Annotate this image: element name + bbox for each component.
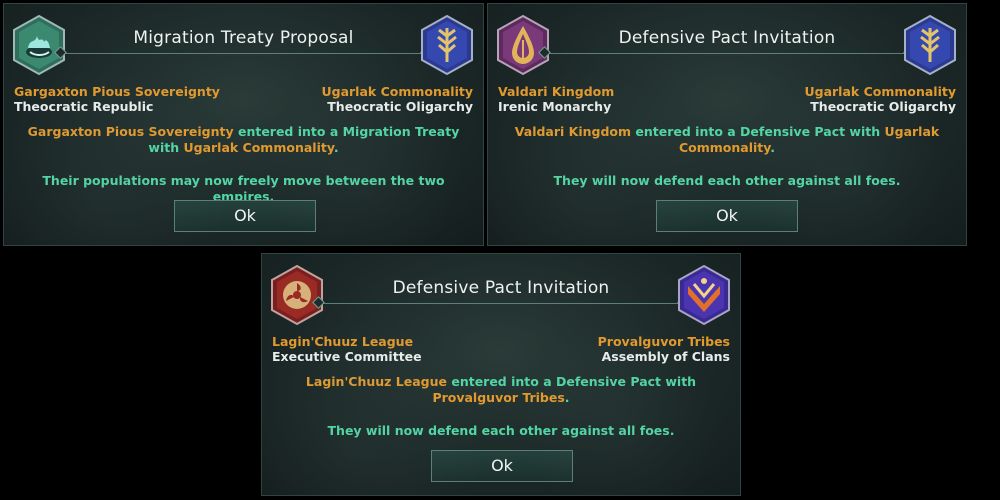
title-bar: Migration Treaty Proposal: [60, 12, 427, 54]
right-empire: Ugarlak Commonality Theocratic Oligarchy: [321, 84, 473, 114]
left-empire: Lagin'Chuuz League Executive Committee: [272, 334, 422, 364]
left-empire: Gargaxton Pious Sovereignty Theocratic R…: [14, 84, 220, 114]
left-empire-name: Lagin'Chuuz League: [272, 334, 414, 349]
left-empire-name: Valdari Kingdom: [498, 84, 615, 99]
left-empire-government: Executive Committee: [272, 349, 422, 364]
title-bar: Defensive Pact Invitation: [544, 12, 910, 54]
dialog-title: Migration Treaty Proposal: [133, 28, 354, 48]
chevron-emblem-icon: [676, 264, 732, 326]
message-actor: Lagin'Chuuz League: [305, 374, 447, 389]
ok-button[interactable]: Ok: [431, 450, 573, 482]
swirl-flame-emblem-icon: [11, 14, 67, 76]
message-end: .: [333, 140, 339, 155]
message-target: Ugarlak Commonality: [183, 140, 334, 155]
migration-treaty-dialog: Migration Treaty Proposal Gargaxton Piou…: [3, 3, 484, 246]
ok-button[interactable]: Ok: [656, 200, 798, 232]
ok-button[interactable]: Ok: [174, 200, 316, 232]
dialog-message: Valdari Kingdom entered into a Defensive…: [508, 124, 946, 189]
message-detail: They will now defend each other against …: [327, 423, 675, 438]
right-empire-name: Ugarlak Commonality: [804, 84, 956, 99]
drop-emblem-icon: [495, 14, 551, 76]
dialog-title: Defensive Pact Invitation: [392, 278, 610, 298]
dialog-message: Lagin'Chuuz League entered into a Defens…: [282, 374, 720, 439]
right-empire-government: Assembly of Clans: [601, 349, 730, 364]
dialog-message: Gargaxton Pious Sovereignty entered into…: [24, 124, 463, 205]
message-target: Provalguvor Tribes: [432, 390, 565, 405]
message-end: .: [770, 140, 776, 155]
wheat-emblem-icon: [902, 14, 958, 76]
right-empire: Ugarlak Commonality Theocratic Oligarchy: [804, 84, 956, 114]
right-empire-government: Theocratic Oligarchy: [810, 99, 956, 114]
defensive-pact-dialog: Defensive Pact Invitation Lagin'Chuuz Le…: [261, 253, 741, 496]
message-end: .: [564, 390, 570, 405]
message-actor: Gargaxton Pious Sovereignty: [27, 124, 234, 139]
message-actor: Valdari Kingdom: [514, 124, 632, 139]
right-empire: Provalguvor Tribes Assembly of Clans: [598, 334, 730, 364]
dialog-title: Defensive Pact Invitation: [618, 28, 836, 48]
triskele-emblem-icon: [269, 264, 325, 326]
left-empire-government: Theocratic Republic: [14, 99, 154, 114]
wheat-emblem-icon: [419, 14, 475, 76]
right-empire-government: Theocratic Oligarchy: [327, 99, 473, 114]
left-empire-name: Gargaxton Pious Sovereignty: [14, 84, 220, 99]
message-middle: entered into a Defensive Pact with: [446, 374, 697, 389]
left-empire: Valdari Kingdom Irenic Monarchy: [498, 84, 614, 114]
title-bar: Defensive Pact Invitation: [318, 262, 684, 304]
message-detail: They will now defend each other against …: [553, 173, 901, 188]
message-middle: entered into a Defensive Pact with: [631, 124, 885, 139]
right-empire-name: Provalguvor Tribes: [597, 334, 730, 349]
right-empire-name: Ugarlak Commonality: [321, 84, 473, 99]
left-empire-government: Irenic Monarchy: [498, 99, 612, 114]
defensive-pact-dialog: Defensive Pact Invitation Valdari Kingdo…: [487, 3, 967, 246]
